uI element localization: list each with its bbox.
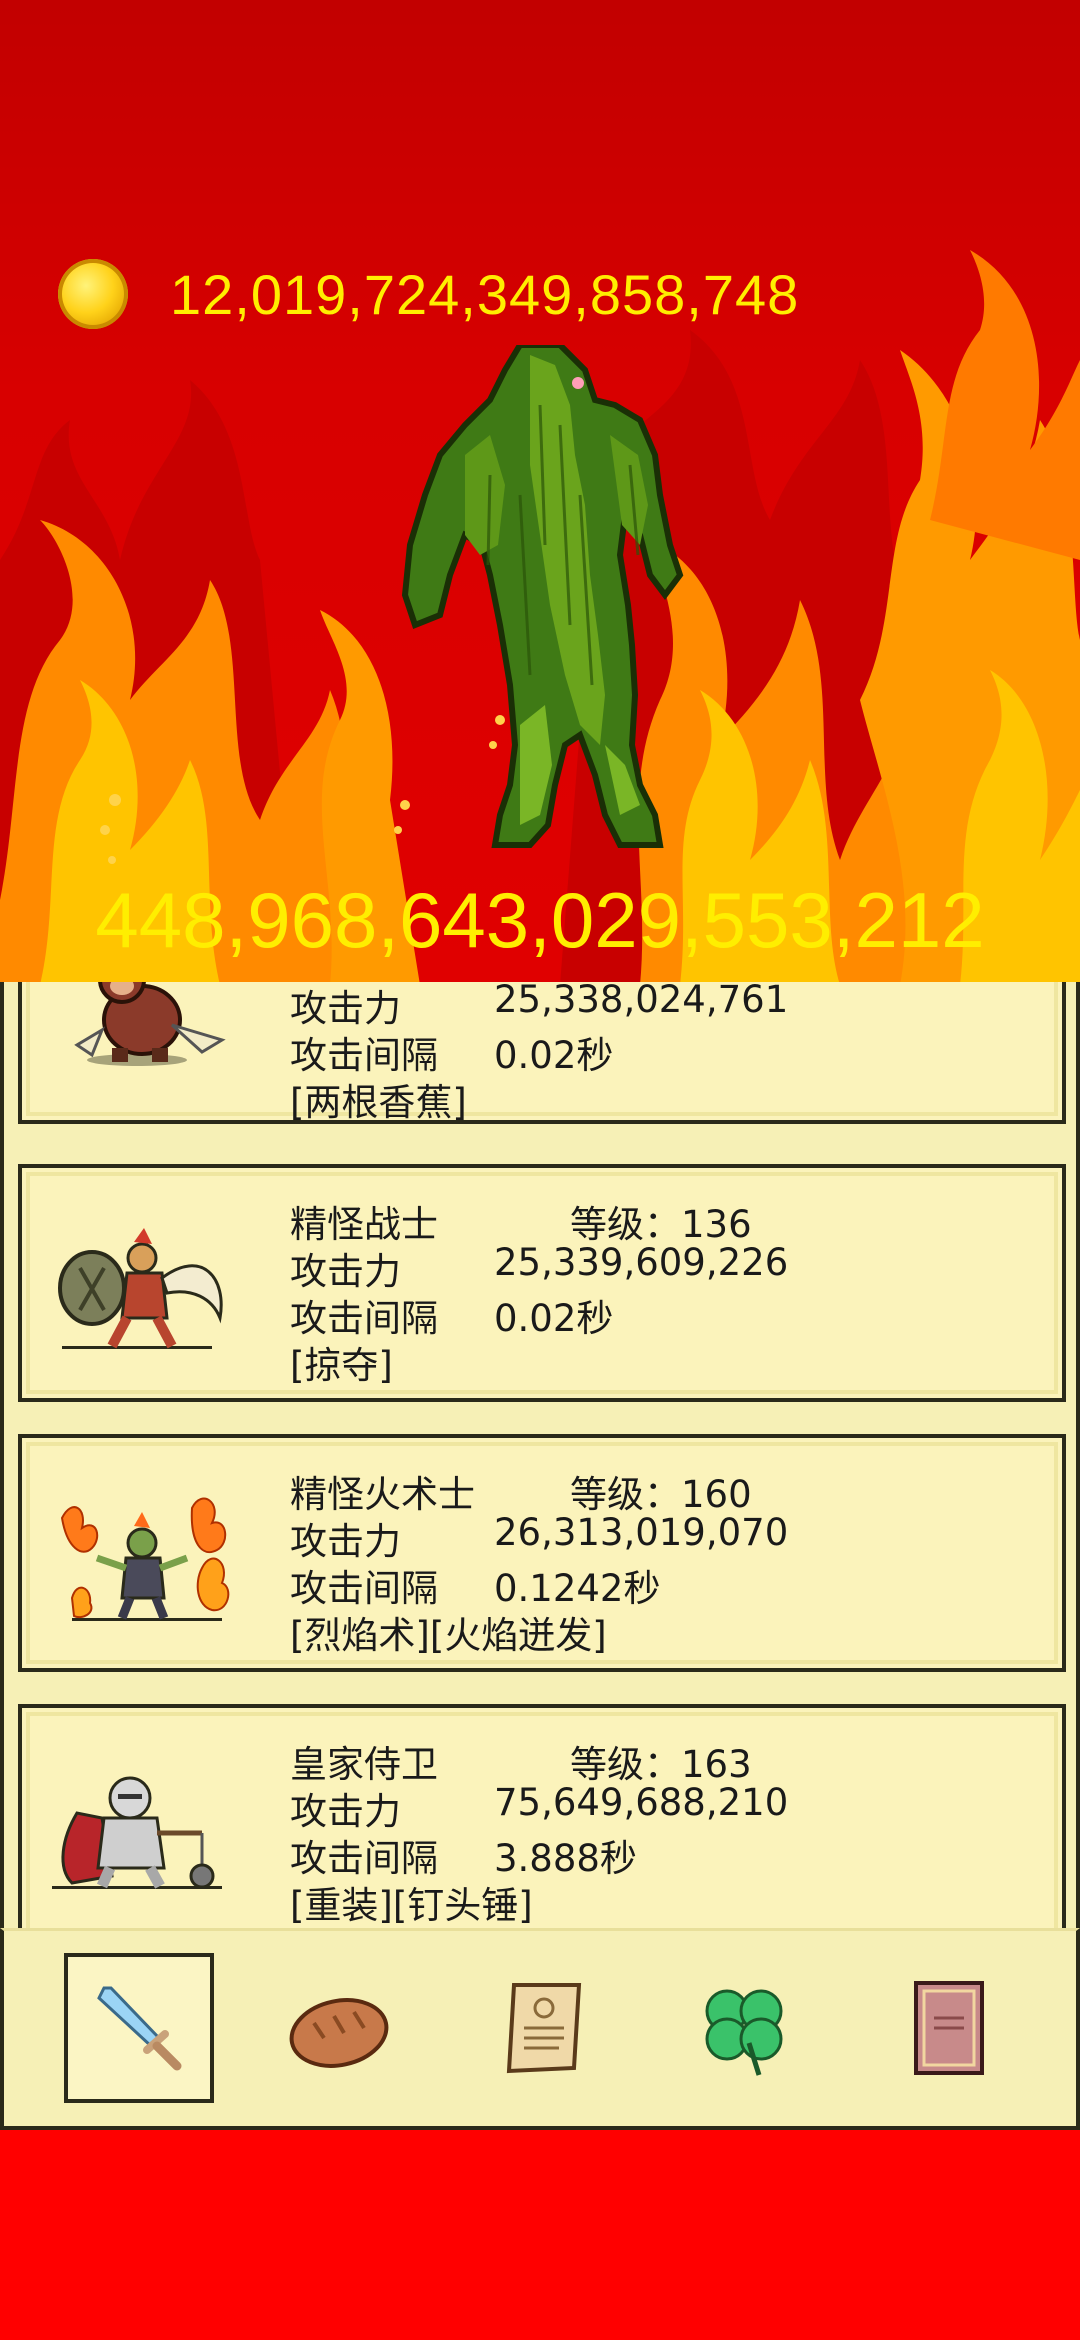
- skills: [重装][钉头锤]: [290, 1884, 533, 1927]
- attack-label: 攻击力: [290, 1520, 401, 1563]
- tab-scrolls[interactable]: [469, 1953, 619, 2103]
- battle-scene: 12,019,724,349,858,748 448,968,643,029,5…: [0, 0, 1080, 985]
- attack-value: 25,339,609,226: [494, 1241, 789, 1284]
- bread-icon: [289, 1998, 389, 2068]
- unit-list[interactable]: 攻击力 25,338,024,761 攻击间隔 0.02秒 [两根香蕉] 精怪战…: [0, 982, 1080, 1930]
- interval-label: 攻击间隔: [290, 1837, 438, 1880]
- tab-book[interactable]: [874, 1953, 1024, 2103]
- unit-card-monkey[interactable]: 攻击力 25,338,024,761 攻击间隔 0.02秒 [两根香蕉]: [18, 982, 1066, 1124]
- scroll-icon: [506, 1983, 582, 2074]
- interval-value: 0.02秒: [494, 1297, 614, 1340]
- unit-level: 等级：136: [570, 1203, 752, 1246]
- attack-value: 25,338,024,761: [494, 982, 789, 1021]
- clover-icon: [705, 1989, 783, 2076]
- tab-food[interactable]: [264, 1953, 414, 2103]
- attack-value: 75,649,688,210: [494, 1781, 789, 1824]
- interval-value: 0.02秒: [494, 1034, 614, 1077]
- interval-value: 0.1242秒: [494, 1567, 661, 1610]
- unit-level: 等级：160: [570, 1473, 752, 1516]
- royal-guard-icon: [52, 1776, 222, 1889]
- tab-luck[interactable]: [669, 1953, 819, 2103]
- unit-card-goblin-pyromancer[interactable]: 精怪火术士 等级：160 攻击力 26,313,019,070 攻击间隔 0.1…: [18, 1434, 1066, 1672]
- interval-label: 攻击间隔: [290, 1567, 438, 1610]
- book-icon: [914, 1981, 984, 2075]
- unit-name: 皇家侍卫: [290, 1743, 438, 1786]
- sword-icon: [97, 1986, 182, 2071]
- attack-value: 26,313,019,070: [494, 1511, 789, 1554]
- tab-weapons[interactable]: [64, 1953, 214, 2103]
- attack-label: 攻击力: [290, 1790, 401, 1833]
- unit-card-royal-guard[interactable]: 皇家侍卫 等级：163 攻击力 75,649,688,210 攻击间隔 3.88…: [18, 1704, 1066, 1930]
- bottom-tab-bar: [0, 1928, 1080, 2130]
- interval-label: 攻击间隔: [290, 1034, 438, 1077]
- monkey-icon: [74, 982, 226, 1066]
- swamp-monster-icon[interactable]: [370, 345, 710, 850]
- skills: [掠夺]: [290, 1344, 393, 1387]
- skills: [两根香蕉]: [290, 1081, 467, 1124]
- gold-coin-icon: [58, 259, 128, 329]
- skills: [烈焰术][火焰迸发]: [290, 1614, 607, 1657]
- unit-name: 精怪战士: [290, 1203, 438, 1246]
- goblin-pyromancer-icon: [60, 1497, 230, 1621]
- attack-label: 攻击力: [290, 1250, 401, 1293]
- unit-level: 等级：163: [570, 1743, 752, 1786]
- monster-hp: 448,968,643,029,553,212: [95, 876, 985, 964]
- gold-amount: 12,019,724,349,858,748: [170, 262, 800, 326]
- interval-label: 攻击间隔: [290, 1297, 438, 1340]
- interval-value: 3.888秒: [494, 1837, 637, 1880]
- goblin-warrior-icon: [58, 1228, 223, 1349]
- unit-name: 精怪火术士: [290, 1473, 475, 1516]
- unit-card-goblin-warrior[interactable]: 精怪战士 等级：136 攻击力 25,339,609,226 攻击间隔 0.02…: [18, 1164, 1066, 1402]
- gold-counter: 12,019,724,349,858,748: [58, 258, 799, 330]
